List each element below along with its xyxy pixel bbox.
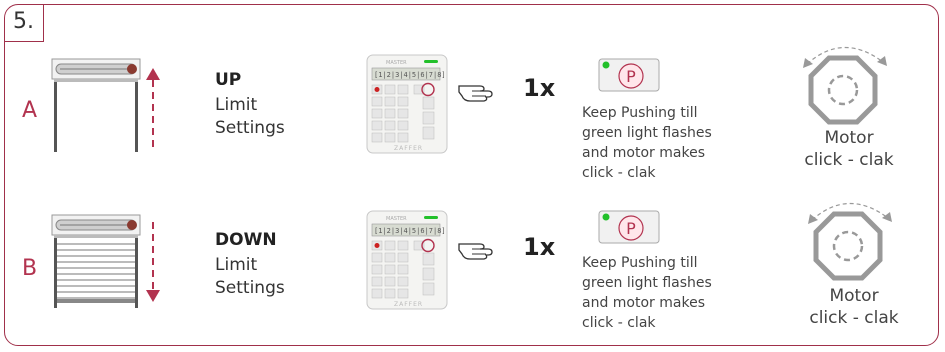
remote-control-icon: MASTER [1|2|3|4|5|6|7|8] ZAFFER xyxy=(366,54,448,154)
limit-label-a: Limit xyxy=(215,95,258,115)
press-count-b: 1x xyxy=(523,233,556,261)
up-arrow-icon xyxy=(146,68,160,148)
pointing-hand-icon xyxy=(458,85,493,102)
motor-octagon-icon xyxy=(803,46,887,125)
remote-control-icon: MASTER [1|2|3|4|5|6|7|8] ZAFFER xyxy=(366,210,448,310)
svg-text:MASTER: MASTER xyxy=(386,60,407,66)
down-title: DOWN xyxy=(215,230,277,250)
press-count-a: 1x xyxy=(523,74,556,102)
down-arrow-icon xyxy=(146,222,160,302)
row-letter-a: A xyxy=(22,98,38,123)
step-label: 5. xyxy=(4,4,44,42)
roller-shutter-icon xyxy=(51,214,141,308)
svg-text:P: P xyxy=(626,67,636,86)
motor-octagon-icon xyxy=(808,202,892,281)
pointing-hand-icon xyxy=(458,243,493,260)
svg-text:[1|2|3|4|5|6|7|8]: [1|2|3|4|5|6|7|8] xyxy=(374,227,446,235)
settings-label-a: Settings xyxy=(215,118,285,138)
p-button-icon: P xyxy=(598,58,660,92)
up-title: UP xyxy=(215,70,242,90)
svg-text:P: P xyxy=(626,219,636,238)
p-button-icon: P xyxy=(598,210,660,244)
svg-text:[1|2|3|4|5|6|7|8]: [1|2|3|4|5|6|7|8] xyxy=(374,71,446,79)
instruction-note-b: Keep Pushing till green light flashes an… xyxy=(582,255,712,331)
settings-label-b: Settings xyxy=(215,278,285,298)
instruction-note-a: Keep Pushing till green light flashes an… xyxy=(582,105,712,181)
motor-label-a: Motor click - clak xyxy=(804,128,894,170)
svg-text:ZAFFER: ZAFFER xyxy=(394,301,423,308)
roller-shutter-icon xyxy=(51,58,141,152)
motor-label-b: Motor click - clak xyxy=(809,286,899,328)
row-letter-b: B xyxy=(22,256,38,281)
svg-text:ZAFFER: ZAFFER xyxy=(394,145,423,152)
limit-label-b: Limit xyxy=(215,255,258,275)
svg-text:MASTER: MASTER xyxy=(386,216,407,222)
